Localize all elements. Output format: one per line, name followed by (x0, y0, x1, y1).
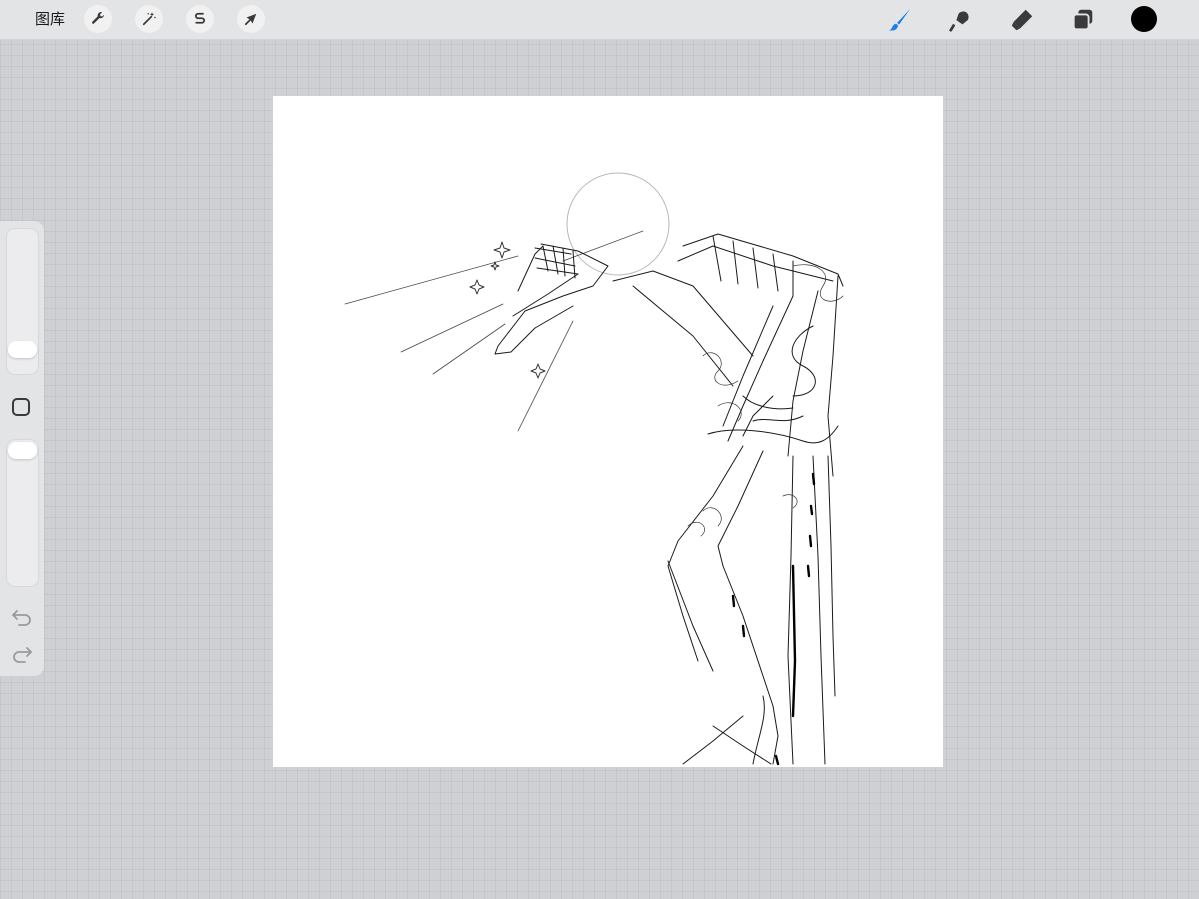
brush-size-slider-thumb[interactable] (8, 341, 37, 358)
wrench-icon (92, 12, 105, 24)
layers-icon (1072, 9, 1093, 31)
paint-tool-button[interactable] (886, 6, 914, 34)
opacity-slider[interactable] (6, 439, 39, 587)
erase-tool-button[interactable] (1008, 6, 1036, 34)
selection-button[interactable] (186, 5, 214, 33)
magic-wand-icon (142, 12, 156, 26)
left-sidebar (0, 221, 44, 676)
brush-size-slider[interactable] (6, 228, 39, 375)
gallery-button[interactable]: 图库 (35, 9, 65, 29)
transform-button[interactable] (237, 5, 265, 33)
redo-arrow-icon[interactable] (11, 645, 33, 663)
eraser-icon (1011, 9, 1033, 31)
arrow-cursor-icon (244, 13, 257, 26)
opacity-slider-thumb[interactable] (8, 442, 37, 459)
actions-button[interactable] (84, 5, 112, 33)
adjustments-button[interactable] (135, 5, 163, 33)
smudge-tool-button[interactable] (947, 6, 975, 34)
color-swatch[interactable] (1131, 6, 1157, 32)
selection-s-icon (195, 12, 205, 24)
sketch-drawing (344, 172, 844, 766)
brush-icon (888, 8, 911, 31)
modify-button[interactable] (12, 398, 30, 416)
drawing-canvas[interactable] (273, 96, 943, 767)
undo-arrow-icon[interactable] (11, 608, 33, 626)
layers-button[interactable] (1069, 6, 1097, 34)
top-toolbar: 图库 (0, 0, 1199, 40)
smudge-icon (949, 11, 969, 32)
